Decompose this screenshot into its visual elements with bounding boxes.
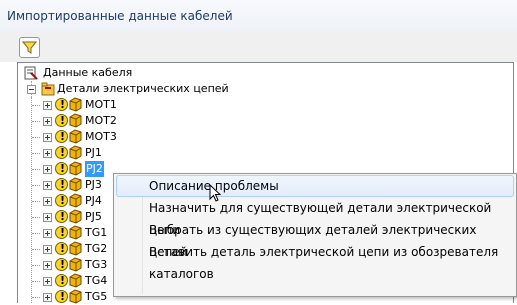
component-cube-icon xyxy=(69,145,82,160)
filter-button[interactable] xyxy=(19,37,40,58)
cable-data-icon xyxy=(24,66,38,80)
warning-icon xyxy=(55,129,68,145)
tree-connector xyxy=(31,97,32,303)
tree-connector xyxy=(32,265,40,266)
expand-toggle[interactable] xyxy=(43,213,52,222)
tree-connector xyxy=(32,297,40,298)
expand-toggle[interactable] xyxy=(43,117,52,126)
component-cube-icon xyxy=(69,241,82,256)
tree-connector xyxy=(32,105,40,106)
tree-item-label: PJ4 xyxy=(85,194,102,207)
expand-toggle[interactable] xyxy=(43,261,52,270)
tree-connector xyxy=(32,217,40,218)
expand-toggle[interactable] xyxy=(43,229,52,238)
expand-toggle[interactable] xyxy=(43,277,52,286)
warning-icon xyxy=(55,145,68,161)
warning-icon xyxy=(55,161,68,177)
expand-toggle[interactable] xyxy=(43,245,52,254)
component-cube-icon xyxy=(69,209,82,224)
component-cube-icon xyxy=(69,257,82,272)
component-cube-icon xyxy=(69,113,82,128)
title-bar: Импортированные данные кабелей xyxy=(0,0,517,33)
tree-item-label: TG1 xyxy=(85,226,108,239)
menu-item-assign-existing[interactable]: Назначить для существующей детали электр… xyxy=(116,197,514,237)
warning-icon xyxy=(55,209,68,225)
tree-connector xyxy=(32,249,40,250)
warning-icon xyxy=(55,273,68,289)
menu-item-problem-description[interactable]: Описание проблемы xyxy=(116,175,514,197)
tree-item-label: TG2 xyxy=(85,242,108,255)
filter-icon xyxy=(22,41,37,54)
expand-toggle[interactable] xyxy=(43,197,52,206)
mouse-cursor-icon xyxy=(209,184,222,202)
component-cube-icon xyxy=(69,225,82,240)
component-cube-icon xyxy=(69,97,82,112)
warning-icon xyxy=(55,113,68,129)
warning-icon xyxy=(55,257,68,273)
tree-connector xyxy=(32,201,40,202)
tree-item-label: MOT3 xyxy=(85,130,117,143)
context-menu: Описание проблемы Назначить для существу… xyxy=(113,173,517,297)
warning-icon xyxy=(55,241,68,257)
toolbar xyxy=(0,32,517,62)
tree-item-label: TG3 xyxy=(85,258,108,271)
expand-toggle[interactable] xyxy=(43,101,52,110)
expand-toggle[interactable] xyxy=(43,149,52,158)
component-cube-icon xyxy=(69,129,82,144)
tree-item-label: TG4 xyxy=(85,274,108,287)
tree-connector xyxy=(32,281,40,282)
component-cube-icon xyxy=(69,193,82,208)
component-cube-icon xyxy=(69,273,82,288)
tree-connector xyxy=(32,153,40,154)
warning-icon xyxy=(55,225,68,241)
menu-item-insert-from-catalog[interactable]: Вставить деталь электрической цепи из об… xyxy=(116,241,514,281)
folder-icon xyxy=(41,82,55,96)
menu-item-label: Вставить деталь электрической цепи из об… xyxy=(149,245,499,281)
tree-item-label: PJ1 xyxy=(85,146,102,159)
expand-toggle[interactable] xyxy=(43,181,52,190)
tree-item-label: PJ5 xyxy=(85,210,102,223)
component-cube-icon xyxy=(69,177,82,192)
tree-connector xyxy=(32,185,40,186)
warning-icon xyxy=(55,97,68,113)
tree-item-label: PJ2 xyxy=(85,161,104,177)
menu-item-select-existing[interactable]: Выбрать из существующих деталей электрич… xyxy=(116,219,514,259)
tree-item-label: PJ3 xyxy=(85,178,102,191)
tree-item-label: MOT2 xyxy=(85,114,117,127)
expand-toggle[interactable] xyxy=(43,133,52,142)
tree-item-label: MOT1 xyxy=(85,98,117,111)
component-cube-icon xyxy=(69,161,82,176)
window-title: Импортированные данные кабелей xyxy=(7,9,233,23)
warning-icon xyxy=(55,193,68,209)
tree-connector xyxy=(32,233,40,234)
tree-connector xyxy=(32,137,40,138)
expand-toggle[interactable] xyxy=(43,293,52,302)
tree-connector xyxy=(32,169,40,170)
tree-group-label: Детали электрических цепей xyxy=(57,82,229,95)
tree-item-label: TG5 xyxy=(85,290,108,303)
tree-connector xyxy=(32,121,40,122)
tree-root-label: Данные кабеля xyxy=(43,66,133,79)
expand-toggle[interactable] xyxy=(43,165,52,174)
collapse-toggle[interactable] xyxy=(27,85,36,94)
warning-icon xyxy=(55,177,68,193)
